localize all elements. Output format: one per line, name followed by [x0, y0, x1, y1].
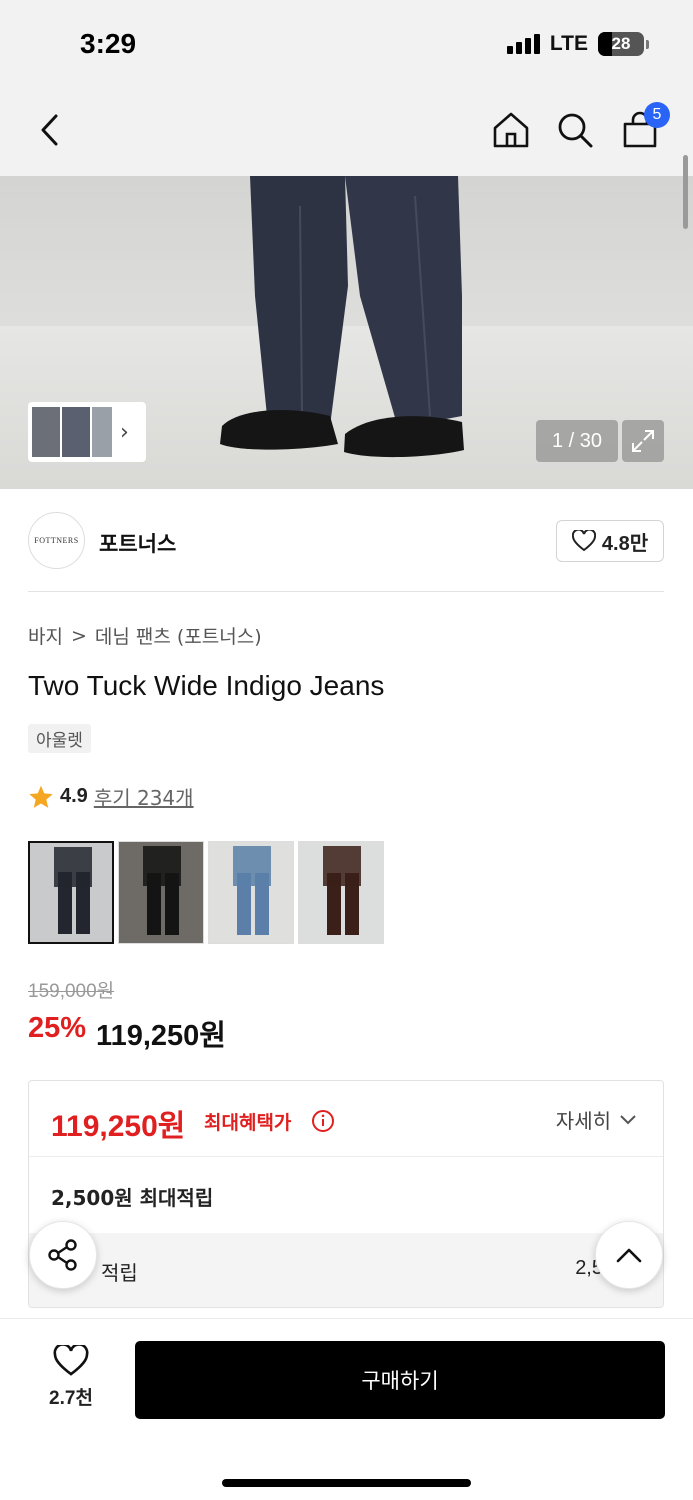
image-counter: 1 / 30 — [536, 420, 618, 462]
signal-icon — [506, 34, 540, 54]
scrollbar[interactable] — [683, 155, 688, 229]
cart-button[interactable]: 5 — [618, 102, 670, 154]
points-title: 2,500원 최대적립 — [51, 1186, 214, 1210]
status-bar: 3:29 LTE 28 — [0, 0, 693, 92]
product-hero-image[interactable]: › 1 / 30 — [0, 176, 693, 489]
home-indicator — [222, 1479, 471, 1487]
swatch-garment — [54, 847, 92, 887]
swatch-garment — [143, 846, 181, 886]
breadcrumb-subcategory[interactable]: 데님 팬츠 (포트너스) — [95, 622, 262, 649]
points-row: 적립 2,5 — [29, 1233, 663, 1307]
wish-button[interactable]: 2.7천 — [40, 1345, 102, 1410]
chevron-left-icon — [41, 114, 58, 146]
status-indicators: LTE 28 — [506, 32, 649, 56]
swatch-garment — [233, 846, 271, 886]
wish-count: 2.7천 — [49, 1388, 93, 1409]
breadcrumb: 바지 > 데님 팬츠 (포트너스) — [28, 622, 262, 649]
color-swatch-light-blue[interactable] — [208, 841, 294, 944]
bottom-bar: 2.7천 구매하기 — [0, 1318, 693, 1500]
scroll-top-button[interactable] — [595, 1221, 663, 1289]
original-price: 159,000원 — [28, 981, 115, 1002]
home-icon — [493, 112, 529, 148]
gallery-thumbnail — [62, 407, 90, 457]
max-benefit-label: 최대혜택가 — [204, 1112, 292, 1134]
cart-count-badge: 5 — [644, 102, 670, 128]
brand-logo-text: FOTTNERS — [34, 536, 79, 545]
color-swatch-indigo[interactable] — [28, 841, 114, 944]
brand-like-button[interactable]: 4.8만 — [556, 520, 664, 562]
home-button[interactable] — [489, 106, 533, 154]
brand-name[interactable]: 포트너스 — [99, 528, 176, 558]
outlet-tag: 아울렛 — [28, 724, 91, 753]
rating-row: 4.9 후기 234개 — [28, 782, 194, 811]
share-icon — [48, 1239, 77, 1271]
swatch-garment — [323, 846, 361, 886]
benefit-header: 119,250원 최대혜택가 자세히 — [29, 1081, 663, 1157]
benefit-detail-button[interactable]: 자세히 — [556, 1105, 637, 1134]
benefit-detail-label: 자세히 — [555, 1109, 611, 1133]
breadcrumb-separator: > — [70, 624, 87, 647]
share-button[interactable] — [29, 1221, 97, 1289]
sale-price-row: 25% 119,250원 — [28, 1012, 226, 1054]
expand-button[interactable] — [622, 420, 664, 462]
chevron-right-icon: › — [120, 419, 129, 445]
buy-button[interactable]: 구매하기 — [135, 1341, 665, 1419]
heart-icon — [53, 1345, 89, 1376]
battery-tip — [646, 39, 649, 49]
max-benefit-price: 119,250원 — [51, 1110, 186, 1143]
battery-level: 28 — [611, 34, 631, 53]
benefit-box: 119,250원 최대혜택가 자세히 2,500원 최대적립 적립 2,5 — [28, 1080, 664, 1308]
brand-row: FOTTNERS 포트너스 4.8만 — [28, 512, 664, 570]
status-time: 3:29 — [80, 28, 137, 59]
network-label: LTE — [549, 32, 588, 55]
sale-price: 119,250원 — [96, 1020, 226, 1052]
top-nav: 5 — [0, 92, 693, 176]
back-button[interactable] — [28, 106, 72, 154]
search-button[interactable] — [553, 106, 597, 154]
rating-value: 4.9 — [60, 785, 88, 807]
discount-rate: 25% — [28, 1012, 87, 1044]
gallery-thumbnail-strip[interactable]: › — [28, 402, 146, 462]
gallery-thumbnail — [92, 407, 112, 457]
color-swatch-black-leather[interactable] — [118, 841, 204, 944]
heart-icon — [571, 530, 596, 552]
star-icon — [29, 785, 53, 808]
color-swatches — [28, 841, 384, 944]
color-swatch-brown[interactable] — [298, 841, 384, 944]
breadcrumb-category[interactable]: 바지 — [28, 622, 63, 649]
divider — [28, 591, 664, 592]
points-label: 적립 — [101, 1261, 138, 1285]
battery-icon: 28 — [598, 32, 644, 56]
expand-icon — [632, 430, 654, 452]
review-link[interactable]: 후기 234개 — [94, 782, 194, 811]
chevron-down-icon — [620, 1114, 636, 1124]
search-icon — [558, 113, 593, 148]
product-title: Two Tuck Wide Indigo Jeans — [28, 670, 385, 701]
gallery-thumbnail — [32, 407, 60, 457]
brand-like-count: 4.8만 — [601, 532, 649, 555]
chevron-up-icon — [616, 1248, 642, 1263]
brand-logo[interactable]: FOTTNERS — [28, 512, 85, 569]
info-icon[interactable] — [311, 1109, 335, 1133]
